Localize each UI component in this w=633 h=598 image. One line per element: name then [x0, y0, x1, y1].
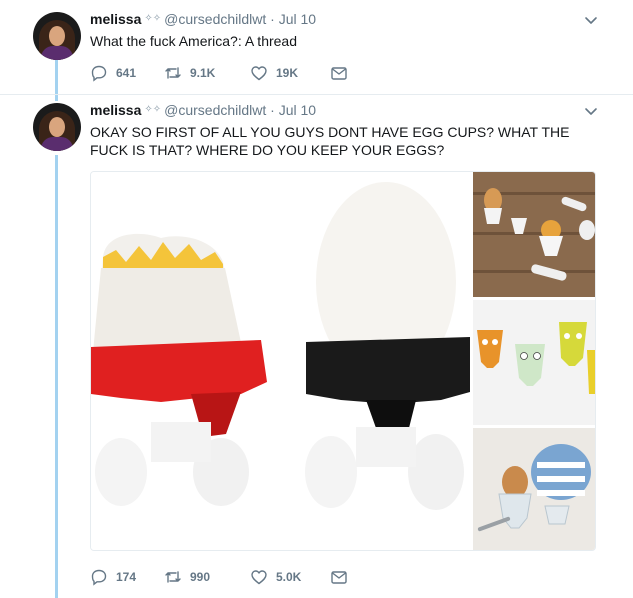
tweet-header: melissa ✧✧ @cursedchildlwt · Jul 10	[90, 101, 316, 122]
retweet-count: 9.1K	[190, 66, 216, 80]
tweet-text: OKAY SO FIRST OF ALL YOU GUYS DONT HAVE …	[90, 123, 570, 159]
retweet-button[interactable]: 990	[164, 567, 210, 587]
photo-sumo-egg-cups[interactable]	[91, 172, 470, 551]
like-icon	[251, 570, 267, 585]
retweet-count: 990	[190, 570, 211, 584]
reply-count: 174	[116, 570, 137, 584]
separator: ·	[270, 11, 275, 27]
direct-message-icon	[331, 67, 347, 80]
like-button[interactable]: 5.0K	[250, 567, 301, 587]
reply-button[interactable]: 174	[90, 567, 136, 587]
thread-connector-top	[55, 95, 58, 101]
retweet-icon	[165, 67, 181, 79]
thread-connector	[55, 60, 58, 94]
handle[interactable]: @cursedchildlwt	[164, 11, 266, 27]
reply-icon	[91, 569, 107, 586]
retweet-button[interactable]: 9.1K	[164, 63, 215, 83]
tweet-header: melissa ✧✧ @cursedchildlwt · Jul 10	[90, 10, 316, 31]
retweet-icon	[165, 571, 181, 583]
display-name[interactable]: melissa	[90, 102, 141, 118]
thread-connector	[55, 155, 58, 598]
photo-face-egg-cups[interactable]	[473, 300, 596, 425]
direct-message-button[interactable]	[330, 63, 356, 83]
media-grid	[90, 171, 596, 551]
tweet-text: What the fuck America?: A thread	[90, 33, 297, 49]
display-name[interactable]: melissa	[90, 11, 141, 27]
photo-egg-cups-on-table[interactable]	[473, 172, 596, 297]
direct-message-icon	[331, 571, 347, 584]
sparkle-emoji-icon: ✧✧	[144, 104, 162, 115]
avatar[interactable]	[33, 103, 81, 151]
like-count: 19K	[276, 66, 299, 80]
like-button[interactable]: 19K	[250, 63, 298, 83]
chevron-down-icon[interactable]	[583, 12, 599, 28]
reply-button[interactable]: 641	[90, 63, 136, 83]
chevron-down-icon[interactable]	[583, 103, 599, 119]
photo-glass-egg-cup[interactable]	[473, 428, 596, 551]
like-count: 5.0K	[276, 570, 302, 584]
timestamp[interactable]: Jul 10	[279, 11, 316, 27]
tweet-text-line: OKAY SO FIRST OF ALL YOU GUYS DONT HAVE …	[90, 124, 570, 140]
handle[interactable]: @cursedchildlwt	[164, 102, 266, 118]
like-icon	[251, 66, 267, 81]
reply-count: 641	[116, 66, 137, 80]
avatar[interactable]	[33, 12, 81, 60]
timestamp[interactable]: Jul 10	[279, 102, 316, 118]
separator: ·	[270, 102, 275, 118]
reply-icon	[91, 65, 107, 82]
sparkle-emoji-icon: ✧✧	[144, 13, 162, 24]
tweet-2[interactable]: melissa ✧✧ @cursedchildlwt · Jul 10 OKAY S…	[0, 94, 633, 598]
tweet-1[interactable]: melissa ✧✧ @cursedchildlwt · Jul 10 What t…	[0, 0, 633, 94]
direct-message-button[interactable]	[330, 567, 356, 587]
tweet-text-line: FUCK IS THAT? WHERE DO YOU KEEP YOUR EGG…	[90, 142, 445, 158]
